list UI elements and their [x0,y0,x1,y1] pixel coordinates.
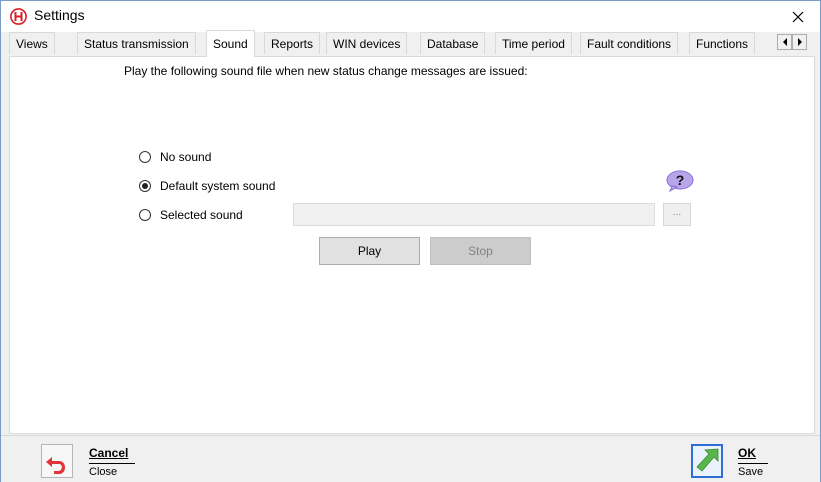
ok-divider [738,463,768,464]
browse-button[interactable]: ... [663,203,691,226]
ok-button[interactable] [691,444,723,478]
tab-time-period[interactable]: Time period [495,32,572,54]
selected-sound-path-field[interactable] [293,203,655,226]
tab-scroll-right-button[interactable] [792,34,807,50]
close-button[interactable] [775,1,820,32]
scroll-left-icon [782,38,787,46]
tab-database[interactable]: Database [420,32,486,54]
help-symbol: ? [676,172,685,188]
tab-reports[interactable]: Reports [264,32,321,54]
tab-fault-conditions[interactable]: Fault conditions [580,32,679,54]
radio-selected-sound[interactable]: Selected sound [139,207,243,223]
tab-sound[interactable]: Sound [206,30,255,57]
radio-label: Selected sound [160,208,243,222]
settings-window: Settings Views Status transmission Sound… [0,0,821,482]
help-bubble-icon[interactable]: ? [665,170,695,192]
window-title: Settings [34,7,85,23]
close-icon [792,11,803,22]
radio-default-system-sound[interactable]: Default system sound [139,178,275,194]
tab-functions[interactable]: Functions [689,32,756,54]
stop-button[interactable]: Stop [430,237,531,265]
radio-button[interactable] [139,151,151,163]
radio-button[interactable] [139,209,151,221]
cancel-button[interactable] [41,444,73,478]
radio-no-sound[interactable]: No sound [139,149,211,165]
cancel-divider [89,463,135,464]
scroll-right-icon [797,38,802,46]
cancel-label[interactable]: Cancel [89,446,128,460]
play-button[interactable]: Play [319,237,420,265]
ok-label[interactable]: OK [738,446,756,460]
undo-arrow-icon [46,457,65,474]
tab-views[interactable]: Views [9,32,55,54]
title-bar: Settings [1,1,820,32]
radio-label: Default system sound [160,179,276,193]
app-logo-icon [10,8,27,25]
tab-win-devices[interactable]: WIN devices [326,32,408,54]
ok-sublabel: Save [738,466,764,478]
cancel-sublabel: Close [89,466,118,478]
tab-status-transmission[interactable]: Status transmission [77,32,196,54]
tab-scroll-left-button[interactable] [777,34,792,50]
sound-prompt: Play the following sound file when new s… [124,64,528,78]
radio-button[interactable] [139,180,151,192]
radio-label: No sound [160,150,212,164]
ok-arrow-icon [696,448,719,472]
